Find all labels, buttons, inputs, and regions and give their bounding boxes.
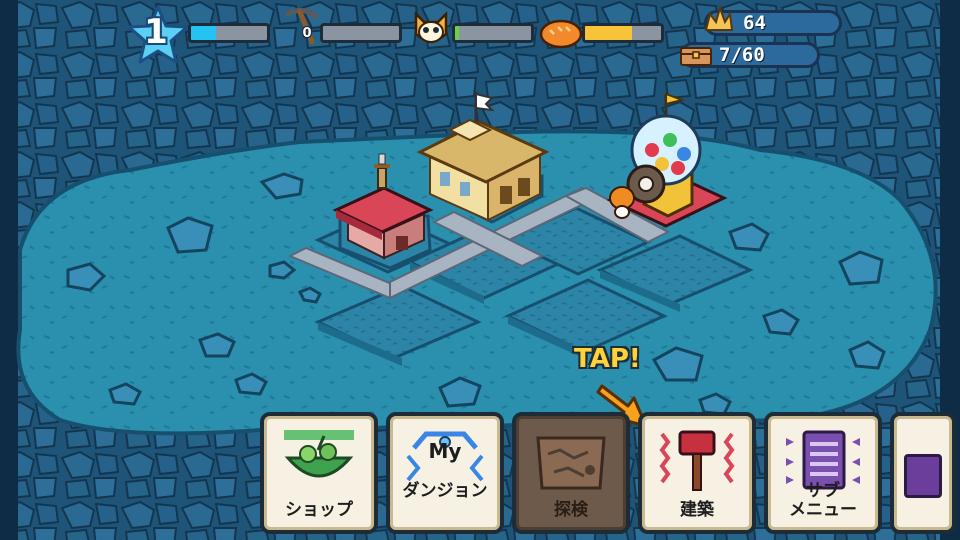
crystal-count: 64 bbox=[743, 12, 766, 34]
tap-hint-text: TAP! bbox=[574, 344, 641, 374]
bread-icon bbox=[538, 16, 584, 50]
crystal-icon bbox=[700, 4, 736, 36]
my-dungeon-label: My ダンジョン bbox=[390, 420, 500, 520]
monster-bar bbox=[452, 23, 534, 43]
explore-label: 探検 bbox=[554, 500, 588, 520]
explore-button[interactable]: 探検 bbox=[512, 412, 630, 534]
exp-bar bbox=[188, 23, 270, 43]
build-button[interactable]: 建築 bbox=[638, 412, 756, 534]
pickaxe-bar bbox=[320, 23, 402, 43]
shop-label: ショップ bbox=[285, 500, 353, 520]
status-hud: 1 0 64 7/60 bbox=[0, 0, 960, 80]
hammer-icon bbox=[656, 428, 738, 494]
exp-bar-fill bbox=[191, 26, 217, 40]
pickaxe-count: 0 bbox=[302, 26, 312, 41]
monster-face-icon bbox=[410, 8, 452, 48]
treasure-chest-icon bbox=[678, 42, 714, 68]
shop-button[interactable]: ショップ bbox=[260, 412, 378, 534]
submenu-label: サブ メニュー bbox=[789, 481, 857, 520]
player-level: 1 bbox=[144, 12, 168, 52]
my-dungeon-label-top: My bbox=[428, 439, 462, 463]
vegetable-basket-icon bbox=[278, 428, 360, 494]
extra-menu-button[interactable] bbox=[890, 412, 956, 534]
monster-bar-fill bbox=[455, 26, 459, 40]
my-dungeon-button[interactable]: My ダンジョン bbox=[386, 412, 504, 534]
storage-count: 7/60 bbox=[719, 44, 765, 66]
food-bar bbox=[582, 23, 664, 43]
build-label: 建築 bbox=[680, 500, 714, 520]
submenu-button[interactable]: サブ メニュー bbox=[764, 412, 882, 534]
extra-menu-icon bbox=[904, 454, 942, 498]
my-dungeon-label-bottom: ダンジョン bbox=[402, 481, 488, 501]
food-bar-fill bbox=[585, 26, 633, 40]
explore-map-icon bbox=[530, 428, 612, 494]
